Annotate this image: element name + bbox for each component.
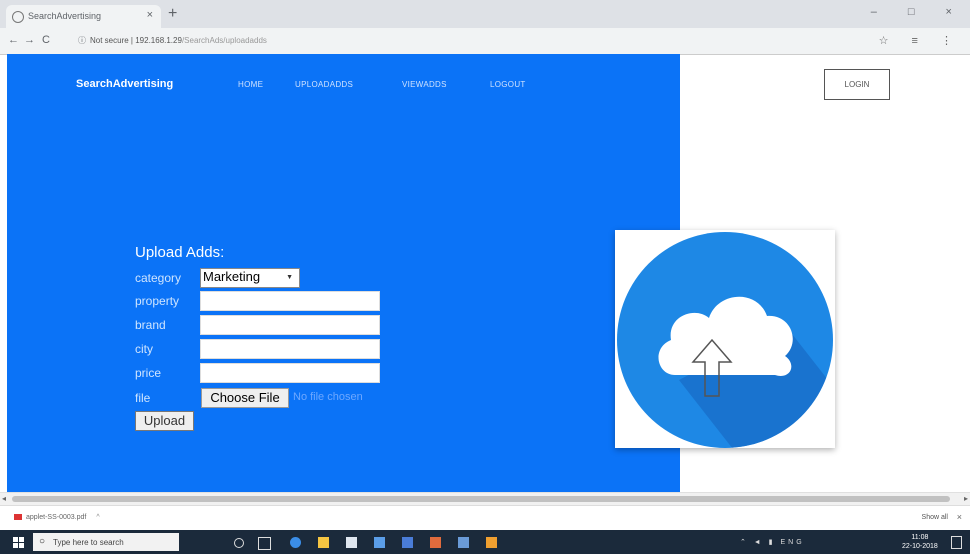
- upload-illustration: [615, 230, 835, 448]
- microphone-icon[interactable]: [234, 538, 244, 548]
- category-selected-value: Marketing: [203, 269, 261, 284]
- scrollbar-thumb[interactable]: [12, 496, 950, 502]
- reload-icon[interactable]: C: [42, 34, 50, 46]
- close-shelf-icon[interactable]: ×: [957, 512, 962, 522]
- clock-time: 11:08: [911, 534, 929, 541]
- city-input[interactable]: [200, 339, 380, 359]
- browser-menu-icons[interactable]: ☆ ≡ ⋮: [879, 34, 962, 47]
- price-label: price: [135, 366, 162, 380]
- nav-viewadds[interactable]: VIEWADDS: [402, 80, 447, 89]
- upload-button[interactable]: Upload: [135, 411, 194, 431]
- property-input[interactable]: [200, 291, 380, 311]
- browser-tab-bar: SearchAdvertising × + – □ ×: [0, 0, 970, 28]
- nav-logout[interactable]: LOGOUT: [490, 80, 526, 89]
- tab-title: SearchAdvertising: [28, 11, 102, 21]
- cloud-upload-icon: [617, 232, 833, 448]
- chevron-down-icon: ▼: [286, 274, 293, 281]
- city-label: city: [135, 342, 153, 356]
- address-bar[interactable]: ⓘ Not secure | 192.168.1.29/SearchAds/up…: [70, 31, 900, 50]
- tab-close-icon[interactable]: ×: [147, 9, 153, 21]
- file-explorer-icon[interactable]: [318, 537, 329, 548]
- download-file-name: applet-SS-0003.pdf: [26, 514, 87, 521]
- app-icon[interactable]: [402, 537, 413, 548]
- brand-label: brand: [135, 318, 166, 332]
- scroll-right-icon[interactable]: ▸: [964, 494, 968, 503]
- action-center-icon[interactable]: [951, 536, 962, 549]
- no-file-chosen-text: No file chosen: [293, 391, 363, 403]
- taskbar-search-placeholder: Type here to search: [53, 538, 124, 547]
- forward-icon[interactable]: →: [24, 34, 35, 46]
- horizontal-scrollbar[interactable]: ◂ ▸: [0, 492, 970, 506]
- show-all-button[interactable]: Show all: [922, 514, 948, 521]
- edge-browser-icon[interactable]: [290, 537, 301, 548]
- download-item[interactable]: applet-SS-0003.pdf ^: [14, 514, 100, 521]
- form-title: Upload Adds:: [135, 244, 225, 261]
- category-label: category: [135, 271, 182, 285]
- taskbar-search-box[interactable]: ○ Type here to search: [33, 533, 179, 551]
- login-button[interactable]: LOGIN: [824, 69, 890, 100]
- window-controls[interactable]: – □ ×: [871, 6, 966, 18]
- new-tab-icon[interactable]: +: [168, 5, 177, 23]
- java-icon[interactable]: [486, 537, 497, 548]
- hero-section: [7, 54, 680, 492]
- scroll-left-icon[interactable]: ◂: [2, 494, 6, 503]
- task-view-icon[interactable]: [258, 537, 271, 550]
- browser-tab[interactable]: SearchAdvertising ×: [6, 5, 161, 28]
- category-select[interactable]: Marketing ▼: [200, 268, 300, 288]
- info-icon[interactable]: ⓘ: [78, 35, 86, 46]
- system-tray[interactable]: ⌃ ◄ ▮ ENG: [740, 538, 805, 546]
- windows-start-icon[interactable]: [13, 537, 25, 549]
- choose-file-button[interactable]: Choose File: [201, 388, 289, 408]
- pdf-file-icon: [14, 514, 22, 521]
- url-text: Not secure | 192.168.1.29/SearchAds/uplo…: [90, 36, 267, 45]
- windows-taskbar: ○ Type here to search ⌃ ◄ ▮ ENG 11:08 22…: [0, 530, 970, 554]
- taskbar-clock[interactable]: 11:08 22-10-2018: [902, 533, 938, 551]
- globe-icon: [12, 11, 24, 23]
- chevron-up-icon[interactable]: ^: [96, 514, 99, 521]
- back-icon[interactable]: ←: [8, 34, 19, 46]
- netbeans-icon[interactable]: [430, 537, 441, 548]
- file-label: file: [135, 391, 151, 405]
- download-shelf: applet-SS-0003.pdf ^ Show all ×: [0, 505, 970, 531]
- property-label: property: [135, 294, 180, 308]
- mail-icon[interactable]: [374, 537, 385, 548]
- notepad-icon[interactable]: [458, 537, 469, 548]
- site-brand[interactable]: SearchAdvertising: [76, 78, 173, 90]
- brand-input[interactable]: [200, 315, 380, 335]
- search-circle-icon: ○: [39, 536, 46, 547]
- clock-date: 22-10-2018: [902, 543, 938, 550]
- nav-uploadadds[interactable]: UPLOADADDS: [295, 80, 353, 89]
- address-toolbar: ← → C ⓘ Not secure | 192.168.1.29/Search…: [0, 28, 970, 55]
- price-input[interactable]: [200, 363, 380, 383]
- store-icon[interactable]: [346, 537, 357, 548]
- nav-home[interactable]: HOME: [238, 80, 263, 89]
